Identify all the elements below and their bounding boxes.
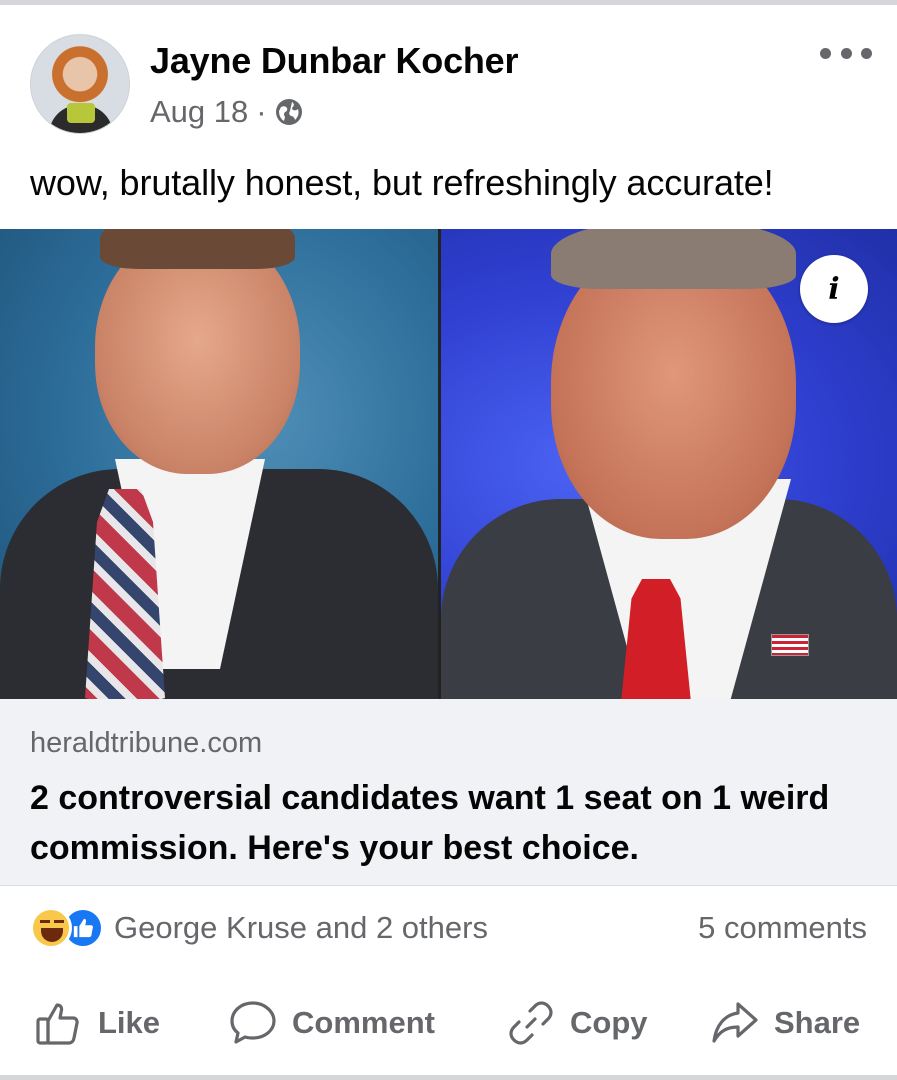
eye-shape xyxy=(54,920,64,924)
haha-reaction-icon xyxy=(30,907,72,949)
thumbs-up-icon xyxy=(36,1003,79,1045)
comments-count[interactable]: 5 comments xyxy=(698,910,867,946)
more-options-button[interactable] xyxy=(820,40,872,66)
copy-label: Copy xyxy=(570,1005,648,1040)
eye-shape xyxy=(40,920,50,924)
mouth-shape xyxy=(41,928,63,942)
like-button[interactable]: Like xyxy=(34,990,160,1056)
link-preview[interactable]: heraldtribune.com 2 controversial candid… xyxy=(0,699,897,886)
post-date[interactable]: Aug 18 xyxy=(150,94,248,130)
share-icon xyxy=(712,1002,758,1043)
link-icon xyxy=(509,1001,553,1045)
dot-icon xyxy=(820,47,831,59)
post-meta: Aug 18 · xyxy=(150,94,303,130)
globe-icon xyxy=(275,99,302,125)
link-title: 2 controversial candidates want 1 seat o… xyxy=(30,779,830,867)
meta-separator: · xyxy=(256,94,267,129)
share-label: Share xyxy=(774,1005,861,1040)
hair-shape xyxy=(100,229,295,269)
info-button[interactable]: i xyxy=(800,255,868,323)
share-button[interactable]: Share xyxy=(710,990,860,1056)
comment-button[interactable]: Comment xyxy=(228,990,435,1056)
post-text: wow, brutally honest, but refreshingly a… xyxy=(30,162,774,203)
bottom-divider xyxy=(0,1075,897,1080)
reactions-text: George Kruse and 2 others xyxy=(114,910,488,945)
avatar-collar xyxy=(67,103,95,123)
author-avatar[interactable] xyxy=(30,34,130,134)
like-label: Like xyxy=(98,1005,161,1040)
hair-shape xyxy=(551,229,796,289)
comment-icon xyxy=(230,1001,276,1044)
link-domain: heraldtribune.com xyxy=(30,727,263,759)
comment-label: Comment xyxy=(292,1005,435,1040)
link-preview-image[interactable] xyxy=(0,229,897,699)
copy-button[interactable]: Copy xyxy=(506,990,648,1056)
author-name[interactable]: Jayne Dunbar Kocher xyxy=(150,40,519,82)
candidate-photo-left xyxy=(0,229,438,699)
dot-icon xyxy=(840,47,852,59)
action-bar: Like Comment Copy Share xyxy=(0,990,897,1056)
flag-pin xyxy=(771,634,809,656)
top-divider xyxy=(0,0,897,5)
reactions-summary[interactable]: George Kruse and 2 others xyxy=(30,905,488,951)
dot-icon xyxy=(861,47,872,59)
